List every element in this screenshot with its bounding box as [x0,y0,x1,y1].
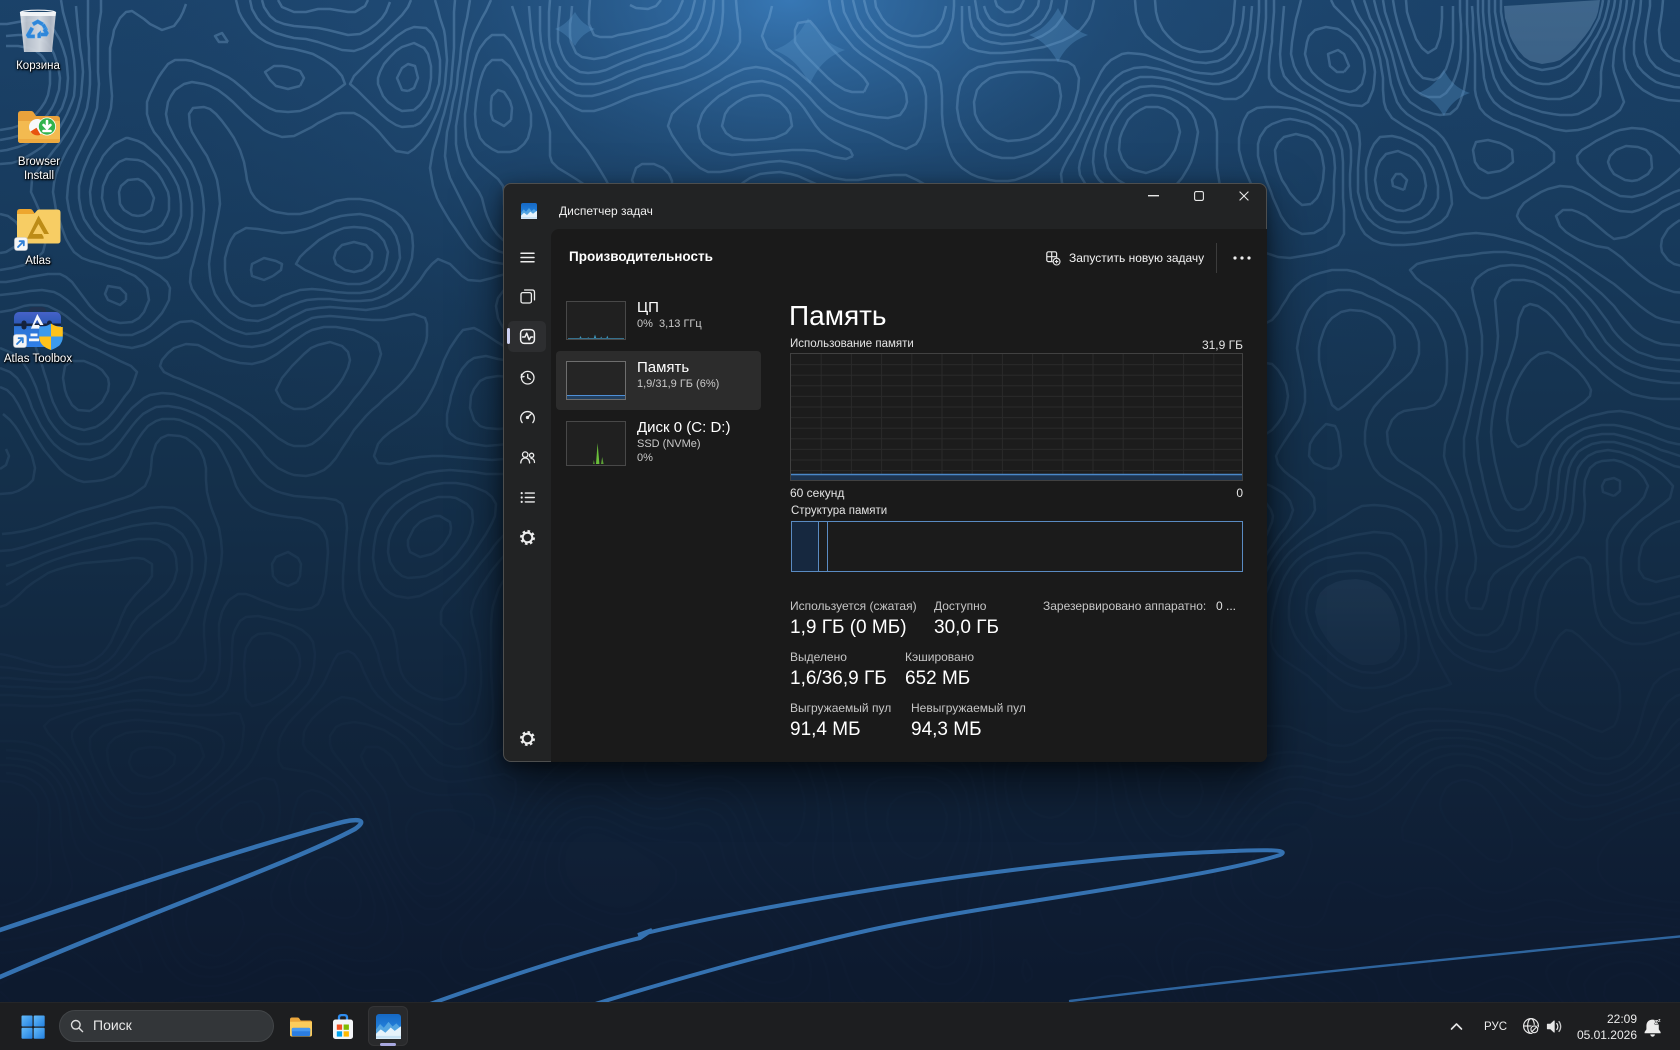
svg-text:z: z [1658,1018,1661,1024]
